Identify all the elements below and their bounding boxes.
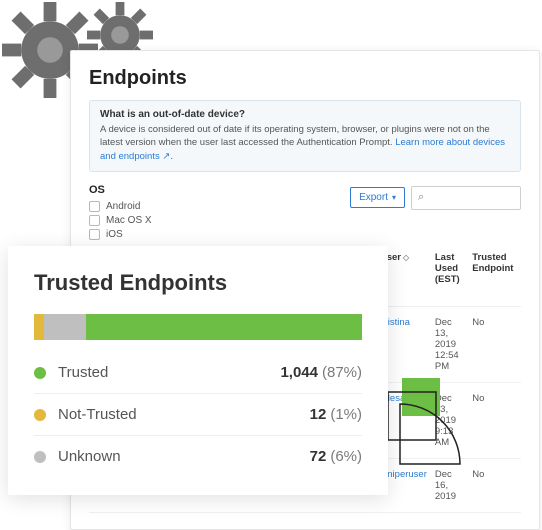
legend-item-unknown: Unknown 72 (6%) — [34, 435, 362, 477]
search-input-wrap[interactable]: ⌕ — [411, 186, 521, 210]
legend-dot-icon — [34, 409, 46, 421]
checkbox-icon[interactable] — [89, 215, 100, 226]
legend-dot-icon — [34, 451, 46, 463]
legend-item-not-trusted: Not-Trusted 12 (1%) — [34, 393, 362, 435]
info-question: What is an out-of-date device? — [100, 109, 510, 120]
checkbox-icon[interactable] — [89, 201, 100, 212]
card-title: Trusted Endpoints — [34, 270, 362, 296]
legend-dot-icon — [34, 367, 46, 379]
search-input[interactable] — [428, 192, 514, 203]
bar-segment-not-trusted — [34, 314, 44, 340]
os-option[interactable]: iOS — [89, 228, 350, 242]
page-title: Endpoints — [89, 67, 521, 90]
os-filter-heading: OS — [89, 184, 350, 196]
decorative-shapes — [382, 378, 492, 488]
checkbox-icon[interactable] — [89, 229, 100, 240]
external-link-icon: ↗ — [162, 151, 170, 162]
os-filter-list: Android Mac OS X iOS — [89, 200, 350, 242]
trusted-endpoints-card: Trusted Endpoints Trusted 1,044 (87%) No… — [8, 246, 388, 495]
search-icon: ⌕ — [418, 191, 424, 204]
os-option[interactable]: Android — [89, 200, 350, 214]
chevron-down-icon: ▾ — [392, 193, 396, 202]
legend-item-trusted: Trusted 1,044 (87%) — [34, 360, 362, 393]
sort-icon: ◇ — [403, 253, 409, 262]
info-answer: A device is considered out of date if it… — [100, 123, 510, 163]
legend-list: Trusted 1,044 (87%) Not-Trusted 12 (1%) … — [34, 360, 362, 477]
col-trusted[interactable]: Trusted Endpoint — [468, 246, 521, 307]
stacked-bar-chart — [34, 314, 362, 340]
col-last-used[interactable]: Last Used (EST) — [431, 246, 468, 307]
export-button[interactable]: Export ▾ — [350, 187, 405, 208]
bar-segment-unknown — [44, 314, 87, 340]
bar-segment-trusted — [86, 314, 362, 340]
os-option[interactable]: Mac OS X — [89, 214, 350, 228]
info-banner: What is an out-of-date device? A device … — [89, 100, 521, 172]
